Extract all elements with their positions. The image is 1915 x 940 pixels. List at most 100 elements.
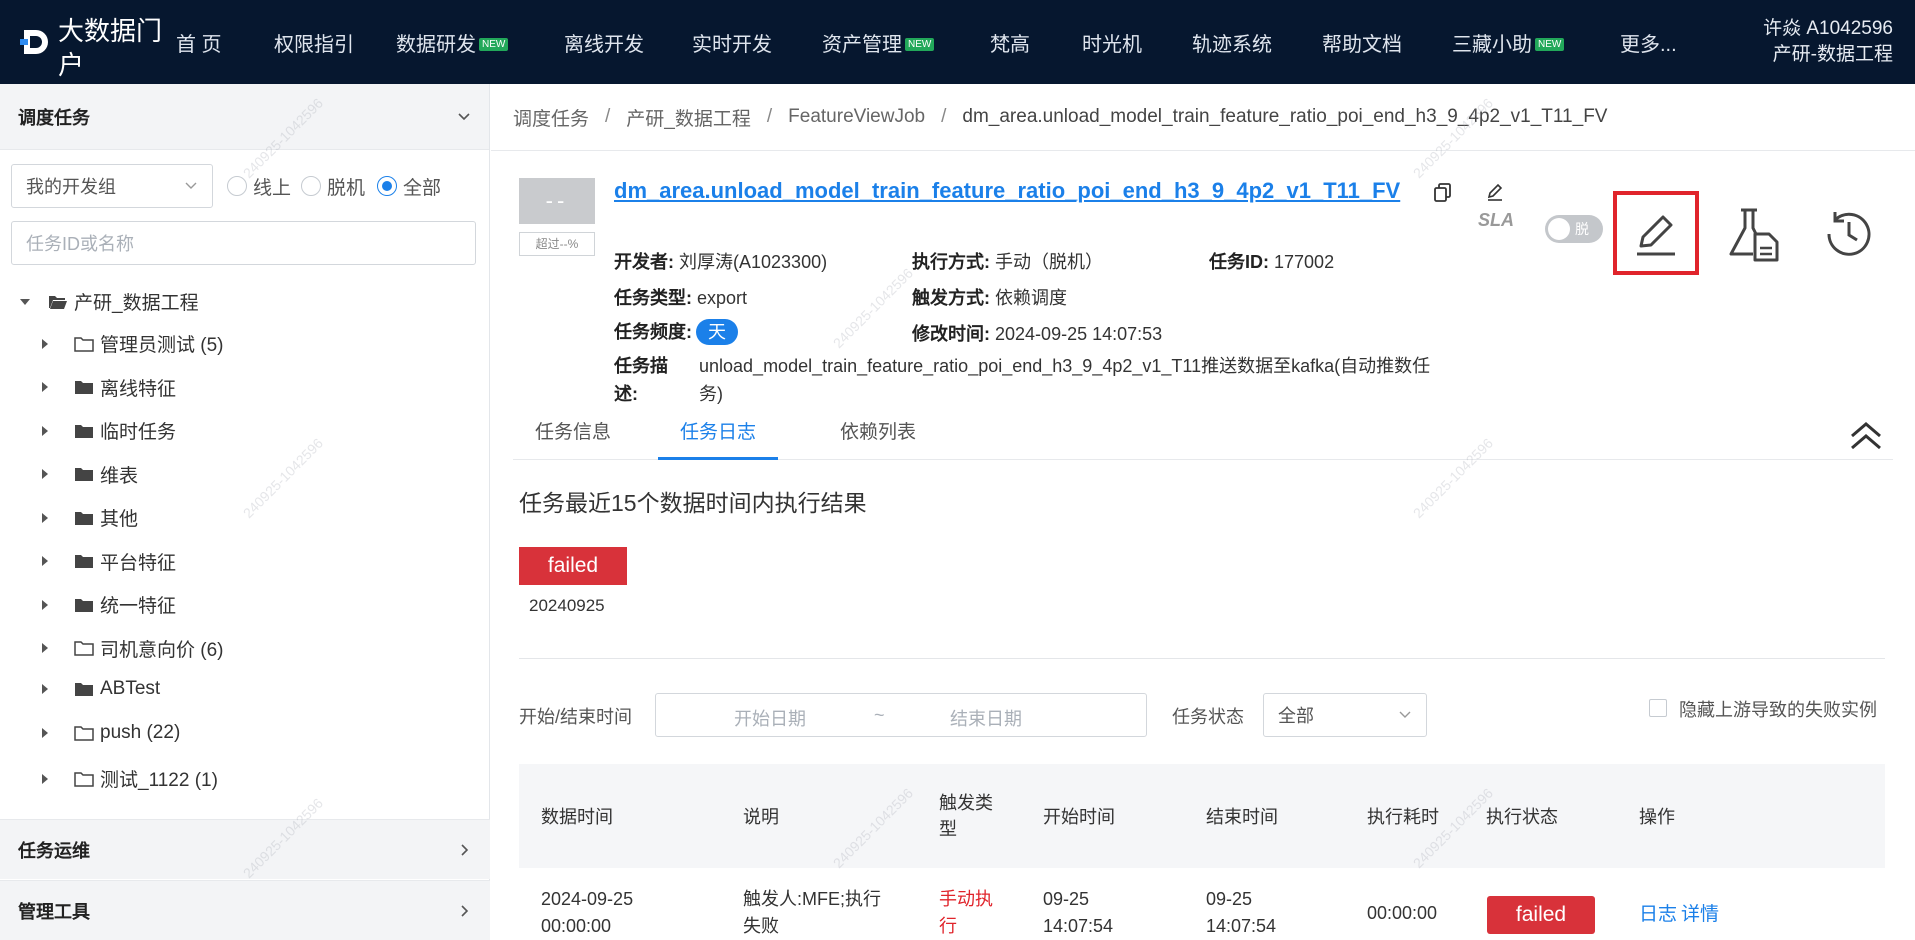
tree-item[interactable]: 其他: [42, 504, 138, 531]
toggle-knob: [1548, 218, 1570, 240]
date-range-picker[interactable]: 开始日期 ~ 结束日期: [655, 693, 1147, 737]
hide-upstream-checkbox[interactable]: [1649, 699, 1667, 717]
main-content: 调度任务 / 产研_数据工程 / FeatureViewJob / dm_area.u…: [491, 84, 1915, 940]
nav-item-assistant[interactable]: 三藏小助 NEW: [1452, 28, 1620, 57]
tree-item[interactable]: push (22): [42, 722, 180, 744]
logo[interactable]: 大数据门户: [20, 14, 168, 82]
table-header: 数据时间 说明 触发类型 开始时间 结束时间 执行耗时 执行状态 操作: [519, 764, 1885, 868]
tree-item[interactable]: 维表: [42, 461, 138, 488]
breadcrumb-item[interactable]: FeatureViewJob: [788, 106, 925, 128]
tree-root[interactable]: 产研_数据工程: [20, 288, 199, 315]
radio-online[interactable]: 线上: [227, 173, 291, 200]
history-icon[interactable]: [1819, 204, 1879, 264]
divider: [491, 150, 1915, 151]
tree-item-label: ABTest: [100, 678, 161, 699]
nav-menu: 首 页 权限指引 数据研发 NEW 离线开发 实时开发 资产管理 NEW 梵高 时光…: [176, 0, 1700, 84]
folder-outline-icon: [74, 641, 94, 656]
sidebar-section-tools[interactable]: 管理工具: [0, 880, 490, 940]
tree-item[interactable]: 统一特征: [42, 591, 176, 618]
nav-item-help-docs[interactable]: 帮助文档: [1322, 28, 1452, 57]
time-filter-label: 开始/结束时间: [519, 707, 633, 727]
tree-item-label: 平台特征: [100, 552, 177, 574]
caret-right-icon: [42, 599, 48, 610]
job-title[interactable]: dm_area.unload_model_train_feature_ratio…: [614, 178, 1400, 204]
meta-desc-label: 任务描述:: [614, 356, 668, 404]
tree-item[interactable]: 临时任务: [42, 417, 176, 444]
top-nav: 大数据门户 首 页 权限指引 数据研发 NEW 离线开发 实时开发 资产管理 NEW…: [0, 0, 1915, 84]
tree-item-label: 统一特征: [100, 596, 177, 617]
nav-item-home[interactable]: 首 页: [176, 28, 274, 57]
tree-item-label: 管理员测试 (5): [100, 335, 224, 356]
status-filter-label: 任务状态: [1172, 707, 1244, 727]
user-info[interactable]: 许焱 A1042596 产研-数据工程: [1763, 16, 1893, 68]
cell-start: 09-25 14:07:54: [1043, 889, 1114, 936]
nav-item-trace-system[interactable]: 轨迹系统: [1192, 28, 1322, 57]
copy-icon[interactable]: [1433, 182, 1453, 202]
tree-item[interactable]: ABTest: [42, 678, 160, 700]
nav-item-time-machine[interactable]: 时光机: [1082, 28, 1192, 57]
sidebar-header-title: 调度任务: [18, 107, 90, 128]
col-exec-status: 执行状态: [1486, 807, 1558, 827]
edit-task-button[interactable]: [1613, 191, 1699, 275]
tab-task-log[interactable]: 任务日志: [658, 414, 778, 460]
task-search-input[interactable]: 任务ID或名称: [11, 221, 476, 265]
tree-item[interactable]: 离线特征: [42, 374, 176, 401]
nav-item-data-dev[interactable]: 数据研发 NEW: [396, 28, 564, 57]
sidebar-section-schedule[interactable]: 调度任务: [0, 84, 489, 150]
detail-link[interactable]: 详情: [1681, 899, 1719, 926]
pencil-icon: [1637, 215, 1675, 256]
nav-item-realtime-dev[interactable]: 实时开发: [692, 28, 822, 57]
radio-offline[interactable]: 脱机: [301, 173, 365, 200]
log-link[interactable]: 日志: [1639, 899, 1677, 926]
recent-results-title: 任务最近15个数据时间内执行结果: [519, 490, 867, 516]
offline-toggle[interactable]: 脱: [1545, 215, 1603, 243]
status-failed-badge[interactable]: failed: [1487, 896, 1595, 934]
breadcrumb: 调度任务 / 产研_数据工程 / FeatureViewJob / dm_area.u…: [513, 84, 1607, 150]
folder-filled-icon: [75, 468, 93, 481]
breadcrumb-item[interactable]: 产研_数据工程: [626, 104, 751, 131]
sla-exceed-text: 超过--%: [519, 232, 595, 256]
status-select-value: 全部: [1278, 706, 1314, 726]
toggle-label: 脱: [1575, 221, 1589, 237]
radio-circle: [227, 176, 247, 196]
breadcrumb-item[interactable]: 调度任务: [513, 104, 589, 131]
meta-exec-mode: 执行方式: 手动（脱机）: [912, 252, 1104, 272]
radio-all[interactable]: 全部: [377, 173, 441, 200]
meta-trigger: 触发方式: 依赖调度: [912, 288, 1068, 308]
meta-developer: 开发者: 刘厚涛(A1023300): [614, 252, 828, 272]
hide-upstream-label: 隐藏上游导致的失败实例: [1679, 700, 1877, 720]
nav-item-vangogh[interactable]: 梵高: [990, 28, 1082, 57]
caret-right-icon: [42, 727, 48, 738]
radio-circle-checked: [377, 176, 398, 196]
tree-item[interactable]: 测试_1122 (1): [42, 765, 218, 792]
tree-item-label: 临时任务: [100, 422, 177, 443]
tab-dependencies[interactable]: 依赖列表: [818, 414, 938, 460]
status-select[interactable]: 全部: [1263, 693, 1427, 737]
nav-item-more[interactable]: 更多...: [1620, 28, 1700, 57]
test-flask-icon[interactable]: [1723, 204, 1783, 264]
caret-down-icon: [20, 298, 30, 305]
group-select[interactable]: 我的开发组: [11, 164, 213, 208]
folder-outline-icon: [74, 771, 94, 787]
sla-edit-icon[interactable]: [1485, 182, 1505, 202]
collapse-up-icon[interactable]: [1848, 418, 1884, 452]
recent-status-date: 20240925: [529, 596, 605, 615]
sidebar: 调度任务 我的开发组 线上 脱机 全部 任务ID或名称 产研_数据工程 管理员测…: [0, 84, 490, 940]
folder-outline-icon: [74, 336, 94, 352]
tab-task-info[interactable]: 任务信息: [513, 414, 633, 460]
nav-item-permission[interactable]: 权限指引: [274, 28, 396, 57]
tree-item[interactable]: 司机意向价 (6): [42, 635, 224, 662]
caret-right-icon: [42, 643, 48, 653]
nav-item-asset-mgmt[interactable]: 资产管理 NEW: [822, 28, 990, 57]
logo-text: 大数据门户: [58, 16, 163, 80]
col-data-time: 数据时间: [541, 807, 613, 827]
tree-item[interactable]: 平台特征: [42, 548, 176, 575]
col-duration: 执行耗时: [1367, 807, 1439, 827]
nav-item-offline-dev[interactable]: 离线开发: [564, 28, 692, 57]
user-dept: 产研-数据工程: [1772, 44, 1893, 65]
recent-status-chip[interactable]: failed: [519, 547, 627, 585]
chevron-down-icon: [458, 112, 470, 120]
tree-item[interactable]: 管理员测试 (5): [42, 330, 224, 357]
sidebar-section-ops[interactable]: 任务运维: [0, 819, 490, 879]
meta-modified: 修改时间: 2024-09-25 14:07:53: [912, 324, 1163, 344]
